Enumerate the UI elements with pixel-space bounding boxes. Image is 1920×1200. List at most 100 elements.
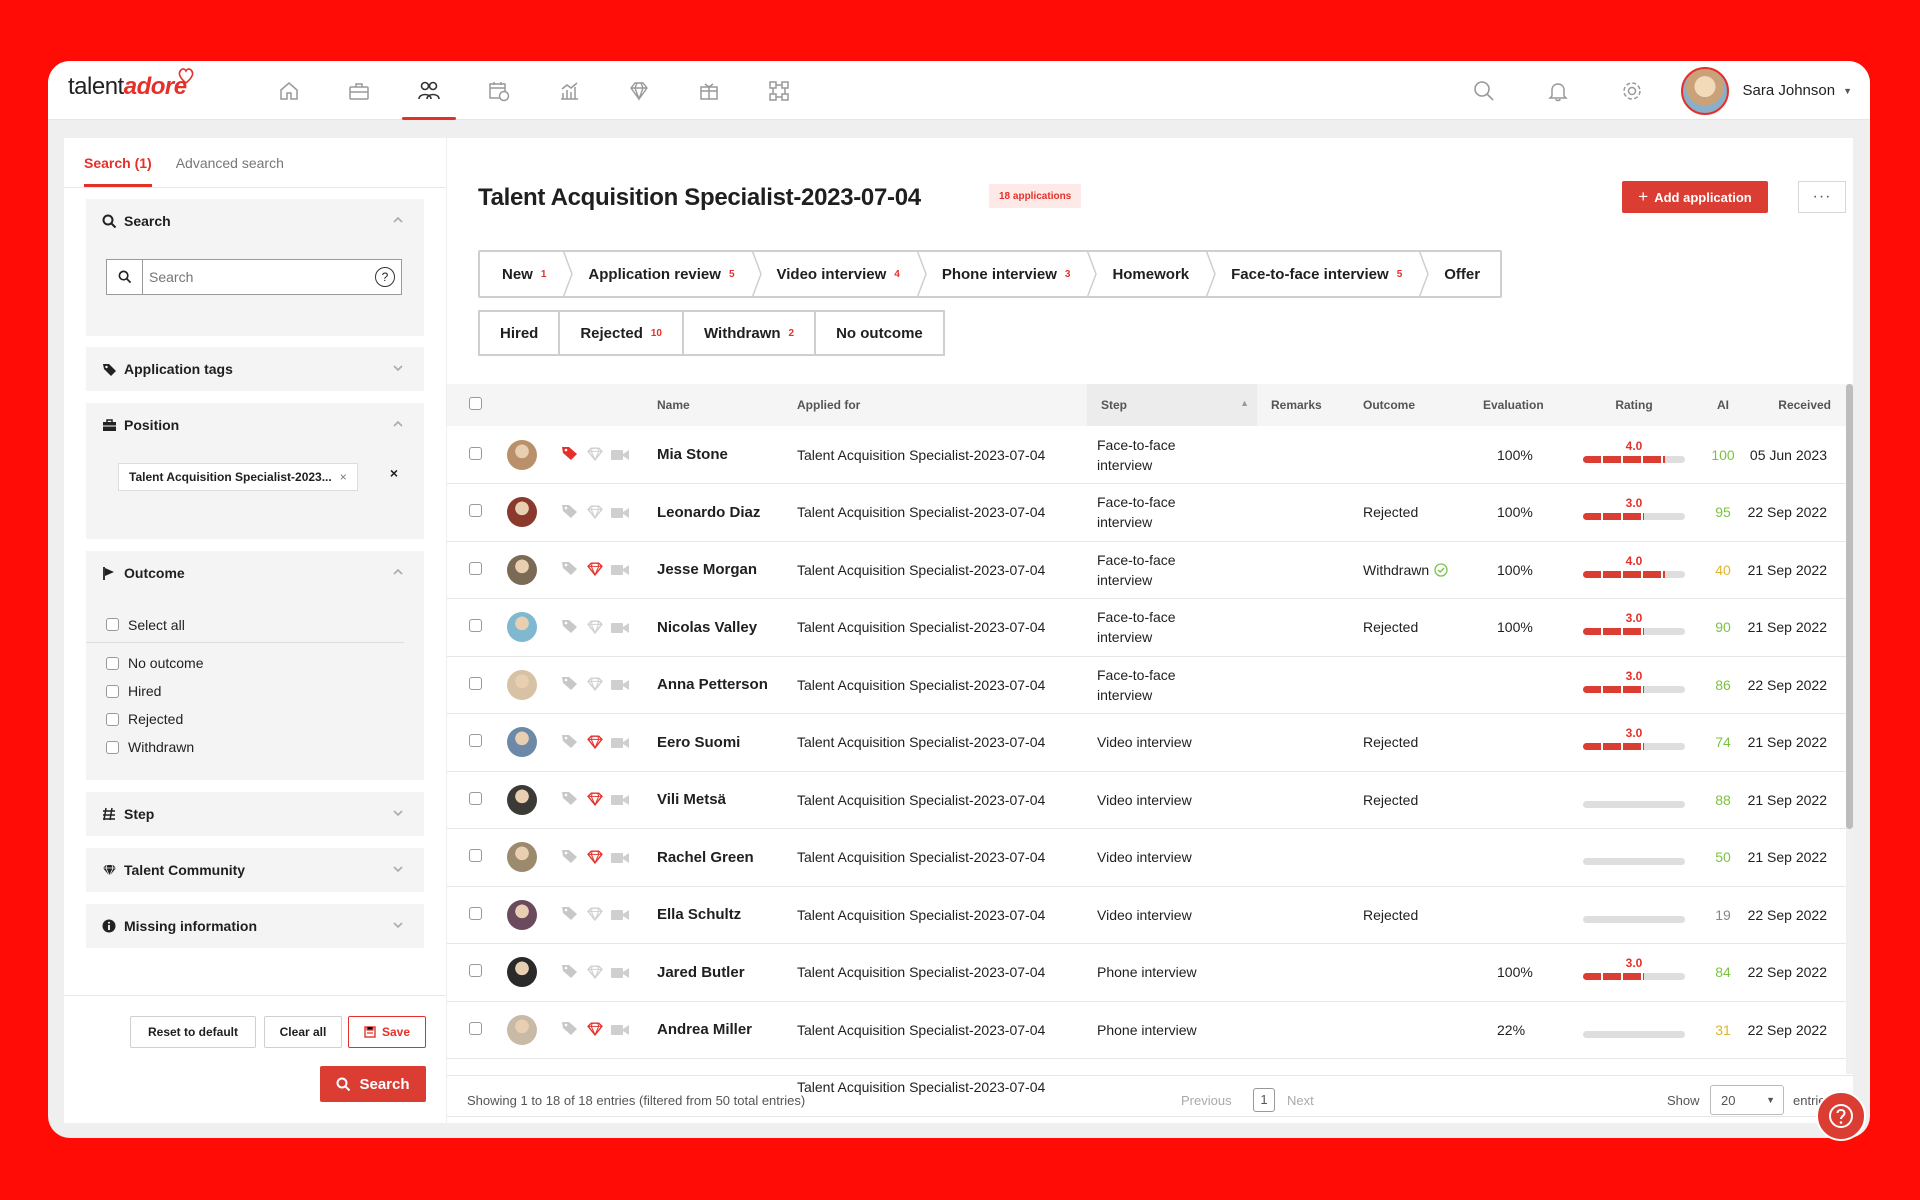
video-camera-icon[interactable]	[611, 679, 629, 691]
candidate-avatar[interactable]	[507, 497, 537, 528]
candidate-avatar[interactable]	[507, 842, 537, 873]
next-page-button[interactable]: Next	[1287, 1093, 1314, 1108]
diamond-icon[interactable]	[587, 850, 603, 864]
step-filter[interactable]: Face-to-face interview 5	[1209, 250, 1430, 298]
row-checkbox[interactable]	[469, 676, 482, 690]
candidate-name[interactable]: Mia Stone	[657, 446, 728, 463]
select-all-header[interactable]	[447, 384, 507, 426]
table-row[interactable]: Vili Metsä Talent Acquisition Specialist-…	[447, 771, 1853, 829]
outcome-filter[interactable]: No outcome	[814, 310, 945, 356]
logo[interactable]: talentadore	[68, 68, 193, 101]
tag-icon[interactable]	[561, 963, 579, 979]
table-row[interactable]: Leonardo Diaz Talent Acquisition Speciali…	[447, 484, 1853, 541]
step-filter[interactable]: Application review 5	[566, 250, 762, 298]
clear-position-icon[interactable]: ×	[390, 465, 398, 481]
position-header[interactable]: Position	[86, 403, 424, 447]
chevron-down-icon[interactable]	[392, 807, 404, 819]
outcome-option-hired[interactable]: Hired	[86, 677, 424, 705]
checkbox[interactable]	[106, 740, 119, 754]
tag-icon[interactable]	[561, 675, 579, 691]
row-checkbox[interactable]	[469, 964, 482, 978]
row-checkbox[interactable]	[469, 734, 482, 748]
tag-icon[interactable]	[561, 618, 579, 634]
diamond-icon[interactable]	[587, 505, 603, 519]
tag-icon[interactable]	[561, 560, 579, 576]
diamond-icon[interactable]	[604, 61, 674, 120]
save-button[interactable]: Save	[348, 1016, 426, 1048]
select-all-checkbox[interactable]: Select all	[86, 611, 404, 638]
search-input[interactable]	[143, 262, 375, 292]
candidate-name[interactable]: Andrea Miller	[657, 1021, 752, 1038]
evaluation-header[interactable]: Evaluation	[1477, 384, 1569, 426]
tab-search[interactable]: Search (1)	[84, 138, 152, 187]
video-camera-icon[interactable]	[611, 1024, 629, 1036]
candidate-name[interactable]: Ella Schultz	[657, 906, 741, 923]
checkbox[interactable]	[106, 656, 119, 670]
video-camera-icon[interactable]	[611, 794, 629, 806]
candidate-avatar[interactable]	[507, 727, 537, 758]
candidate-name[interactable]: Vili Metsä	[657, 791, 726, 808]
diamond-icon[interactable]	[587, 562, 603, 577]
diamond-icon[interactable]	[587, 965, 603, 979]
diamond-icon[interactable]	[587, 447, 603, 462]
table-scrollbar[interactable]	[1846, 384, 1853, 1074]
help-button[interactable]	[1816, 1091, 1866, 1141]
table-row[interactable]: Mia Stone Talent Acquisition Specialist-2…	[447, 426, 1853, 484]
table-row[interactable]: Rachel Green Talent Acquisition Specialis…	[447, 829, 1853, 886]
video-camera-icon[interactable]	[611, 967, 629, 979]
home-icon[interactable]	[254, 61, 324, 120]
video-camera-icon[interactable]	[611, 909, 629, 921]
video-camera-icon[interactable]	[611, 622, 629, 634]
bell-icon[interactable]	[1521, 80, 1595, 102]
rating-header[interactable]: Rating	[1569, 384, 1699, 426]
gear-icon[interactable]	[1595, 80, 1669, 102]
video-camera-icon[interactable]	[611, 564, 629, 576]
outcome-header[interactable]: Outcome	[86, 551, 424, 595]
outcome-filter[interactable]: Rejected 10	[558, 310, 684, 356]
checkbox[interactable]	[106, 712, 119, 726]
row-checkbox[interactable]	[469, 619, 482, 633]
chevron-down-icon[interactable]: ▼	[1843, 86, 1852, 96]
candidate-avatar[interactable]	[507, 612, 537, 643]
search-icon[interactable]	[1447, 80, 1521, 102]
outcome-option-no-outcome[interactable]: No outcome	[86, 649, 424, 677]
diamond-icon[interactable]	[587, 1022, 603, 1037]
row-checkbox[interactable]	[469, 791, 482, 805]
video-camera-icon[interactable]	[611, 737, 629, 749]
candidate-avatar[interactable]	[507, 957, 537, 988]
calendar-icon[interactable]	[464, 61, 534, 120]
tag-icon[interactable]	[561, 790, 579, 806]
step-filter[interactable]: New 1	[480, 250, 574, 298]
checkbox[interactable]	[106, 618, 119, 631]
chevron-down-icon[interactable]	[392, 863, 404, 875]
chip-remove-icon[interactable]: ×	[340, 470, 347, 484]
candidate-name[interactable]: Eero Suomi	[657, 734, 740, 751]
reset-to-default-button[interactable]: Reset to default	[130, 1016, 256, 1048]
search-button[interactable]: Search	[320, 1066, 426, 1102]
candidate-avatar[interactable]	[507, 554, 537, 585]
talent-community-section[interactable]: Talent Community	[86, 848, 424, 892]
clear-all-button[interactable]: Clear all	[264, 1016, 342, 1048]
outcome-option-withdrawn[interactable]: Withdrawn	[86, 733, 424, 761]
chevron-up-icon[interactable]	[392, 214, 404, 226]
scrollbar-thumb[interactable]	[1846, 384, 1853, 829]
candidate-avatar[interactable]	[507, 439, 537, 470]
chevron-down-icon[interactable]	[392, 362, 404, 374]
outcome-header[interactable]: Outcome	[1353, 384, 1477, 426]
step-section[interactable]: Step	[86, 792, 424, 836]
candidate-name[interactable]: Jesse Morgan	[657, 561, 757, 578]
more-options-button[interactable]: ···	[1798, 181, 1846, 213]
row-checkbox[interactable]	[469, 446, 482, 460]
step-header[interactable]: Step ▲	[1087, 384, 1257, 426]
application-tags-section[interactable]: Application tags	[86, 347, 424, 391]
outcome-filter[interactable]: Hired	[478, 310, 561, 356]
candidate-name[interactable]: Leonardo Diaz	[657, 504, 760, 521]
table-row[interactable]: Jared Butler Talent Acquisition Specialis…	[447, 944, 1853, 1001]
briefcase-icon[interactable]	[324, 61, 394, 120]
step-filter[interactable]: Video interview 4	[755, 250, 927, 298]
candidate-avatar[interactable]	[507, 899, 537, 930]
tag-icon[interactable]	[561, 733, 579, 749]
diamond-icon[interactable]	[587, 677, 603, 692]
table-row[interactable]: Andrea Miller Talent Acquisition Speciali…	[447, 1001, 1853, 1059]
gift-icon[interactable]	[674, 61, 744, 120]
